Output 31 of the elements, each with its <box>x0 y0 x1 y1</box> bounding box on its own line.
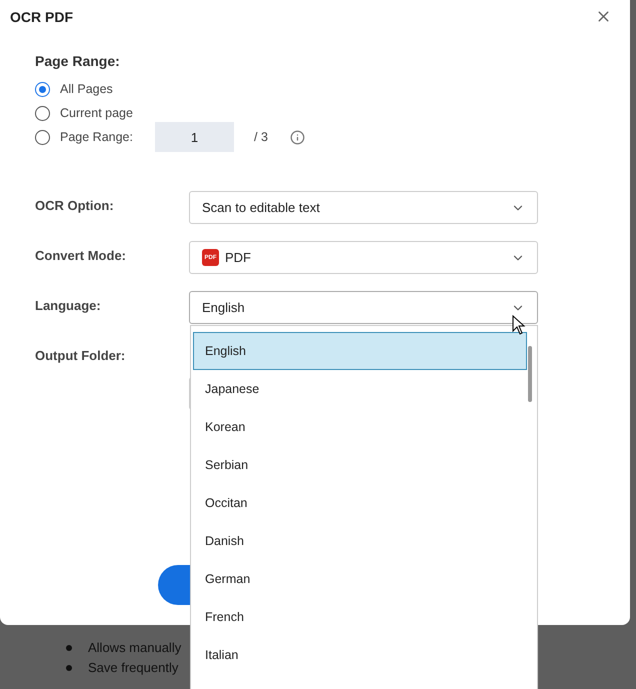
scrollbar[interactable] <box>528 346 532 402</box>
radio-button[interactable] <box>35 106 50 120</box>
field-label: Output Folder: <box>35 347 126 363</box>
radio-button[interactable] <box>35 82 50 96</box>
menu-item[interactable]: Italian <box>193 636 527 674</box>
dropdown-select[interactable]: English <box>189 291 538 324</box>
section-heading: Page Range: <box>35 53 121 69</box>
menu-item[interactable]: Occitan <box>193 484 527 522</box>
page-total: / 3 <box>254 130 268 144</box>
field-label: OCR Option: <box>35 197 115 213</box>
menu-item[interactable]: Japanese <box>193 370 527 408</box>
radio-button[interactable] <box>35 130 50 144</box>
dropdown-select[interactable]: Scan to editable text <box>189 191 538 224</box>
menu-item[interactable]: Korean <box>193 408 527 446</box>
menu-item[interactable]: Serbian <box>193 446 527 484</box>
radio-label: All Pages <box>60 82 114 96</box>
field-label: Convert Mode: <box>35 247 127 263</box>
radio-label: Current page <box>60 106 134 120</box>
radio-label: Page Range: <box>60 130 134 144</box>
menu-item[interactable]: Danish <box>193 522 527 560</box>
menu-item[interactable]: English <box>193 332 527 370</box>
page-input-field[interactable]: 1 <box>155 122 234 152</box>
list-text: Save frequently <box>88 659 178 676</box>
list-text: Allows manually <box>88 639 182 656</box>
menu-item[interactable]: German <box>193 560 527 598</box>
bullet-icon <box>66 665 72 671</box>
menu-item[interactable]: French <box>193 598 527 636</box>
field-label: Language: <box>35 297 102 313</box>
info-icon[interactable] <box>290 130 305 144</box>
bullet-icon <box>66 645 72 651</box>
dialog-title: OCR PDF <box>10 8 73 24</box>
